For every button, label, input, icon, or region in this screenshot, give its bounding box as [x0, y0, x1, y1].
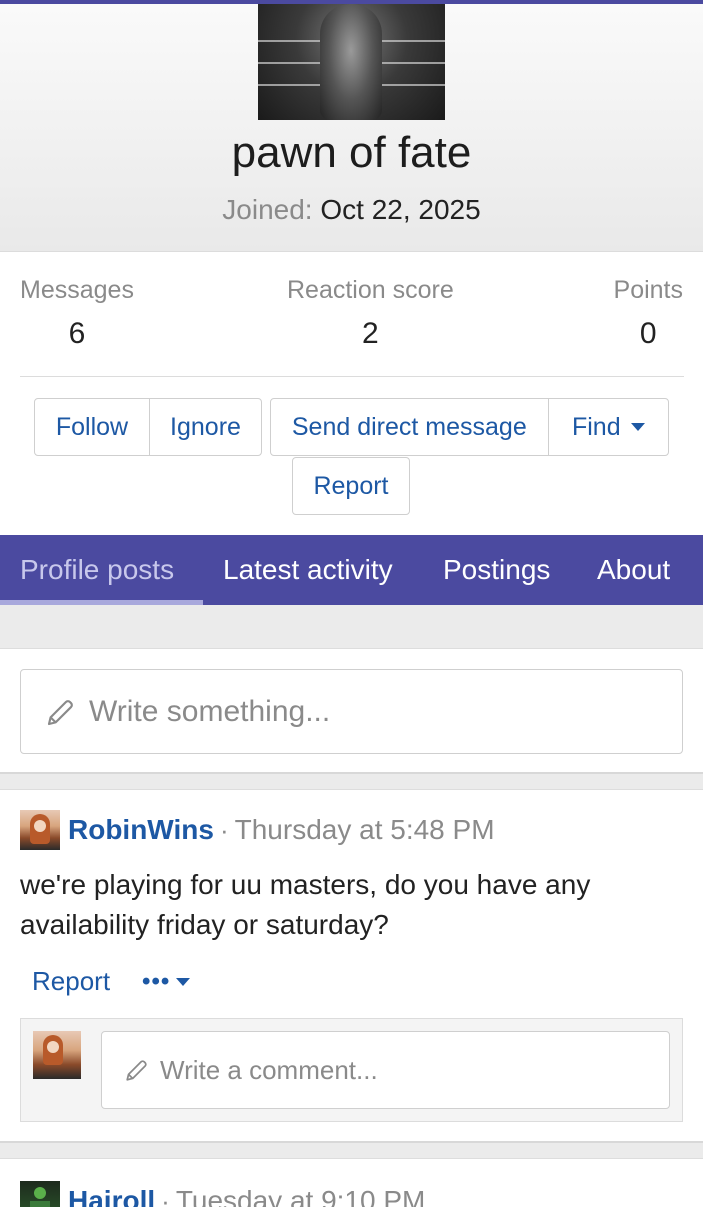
comment-composer: Write a comment...	[20, 1018, 683, 1122]
post-body: we're playing for uu masters, do you hav…	[20, 869, 591, 940]
write-comment-placeholder: Write a comment...	[160, 1054, 378, 1085]
chevron-down-icon	[176, 977, 191, 986]
profile-username: pawn of fate	[231, 128, 472, 177]
find-dropdown-button[interactable]: Find	[547, 399, 668, 455]
active-tab-indicator	[0, 600, 203, 605]
separator-dot: ·	[161, 1185, 170, 1207]
stat-messages[interactable]: Messages 6	[20, 276, 134, 351]
report-profile-button[interactable]: Report	[292, 457, 410, 515]
joined-label: Joined:	[222, 194, 313, 225]
tab-latest-activity[interactable]: Latest activity	[223, 535, 393, 605]
post-header: Hairoll · Tuesday at 9:10 PM	[20, 1181, 425, 1207]
pencil-icon	[47, 699, 73, 725]
post-author-link[interactable]: Hairoll	[68, 1185, 155, 1207]
write-something-placeholder: Write something...	[89, 694, 331, 728]
post-timestamp[interactable]: Tuesday at 9:10 PM	[176, 1185, 426, 1207]
find-label: Find	[571, 412, 621, 441]
boxer-figure	[320, 4, 382, 120]
tab-profile-posts[interactable]: Profile posts	[20, 535, 174, 605]
stat-points-label: Points	[613, 276, 683, 304]
separator-dot: ·	[219, 814, 229, 845]
stat-reaction-value: 2	[362, 317, 379, 350]
ellipsis-icon: •••	[142, 967, 171, 995]
stat-points: Points 0	[614, 276, 683, 351]
profile-cover-image	[258, 4, 445, 120]
more-options-menu[interactable]: •••	[142, 967, 191, 996]
pencil-icon	[126, 1060, 147, 1081]
message-find-group: Send direct message Find	[270, 398, 669, 456]
stat-reaction-score: Reaction score 2	[287, 276, 454, 351]
post-timestamp[interactable]: Thursday at 5:48 PM	[235, 814, 495, 846]
stat-points-value: 0	[639, 317, 657, 350]
follow-button[interactable]: Follow	[35, 399, 149, 455]
write-comment-input[interactable]: Write a comment...	[101, 1031, 670, 1109]
joined-info: Joined: Oct 22, 2025	[0, 194, 703, 226]
profile-stats: Messages 6 Reaction score 2 Points 0 Fol…	[0, 252, 703, 535]
stat-messages-label: Messages	[20, 276, 134, 304]
avatar[interactable]	[20, 1181, 60, 1207]
joined-date: Oct 22, 2025	[320, 194, 481, 225]
ignore-button[interactable]: Ignore	[148, 399, 261, 455]
profile-post-composer: Write something...	[0, 648, 703, 774]
profile-post: RobinWins · Thursday at 5:48 PM we're pl…	[0, 789, 703, 1143]
stat-messages-value: 6	[68, 317, 86, 350]
divider	[20, 376, 684, 377]
post-author-link[interactable]: RobinWins	[68, 814, 214, 846]
avatar	[33, 1031, 81, 1079]
post-actions: Report •••	[32, 966, 191, 997]
profile-post: Hairoll · Tuesday at 9:10 PM	[0, 1158, 703, 1207]
profile-header: pawn of fate Joined: Oct 22, 2025	[0, 4, 703, 252]
post-report-link[interactable]: Report	[32, 966, 110, 997]
chevron-down-icon	[630, 423, 645, 431]
tab-about[interactable]: About	[597, 535, 670, 605]
stat-reaction-label: Reaction score	[287, 276, 454, 304]
write-something-input[interactable]: Write something...	[20, 669, 683, 754]
avatar[interactable]	[20, 810, 60, 850]
post-header: RobinWins · Thursday at 5:48 PM	[20, 810, 495, 850]
follow-ignore-group: Follow Ignore	[34, 398, 262, 456]
send-direct-message-button[interactable]: Send direct message	[271, 399, 548, 455]
tab-postings[interactable]: Postings	[443, 535, 550, 605]
profile-tabs: Profile posts Latest activity Postings A…	[0, 535, 703, 605]
